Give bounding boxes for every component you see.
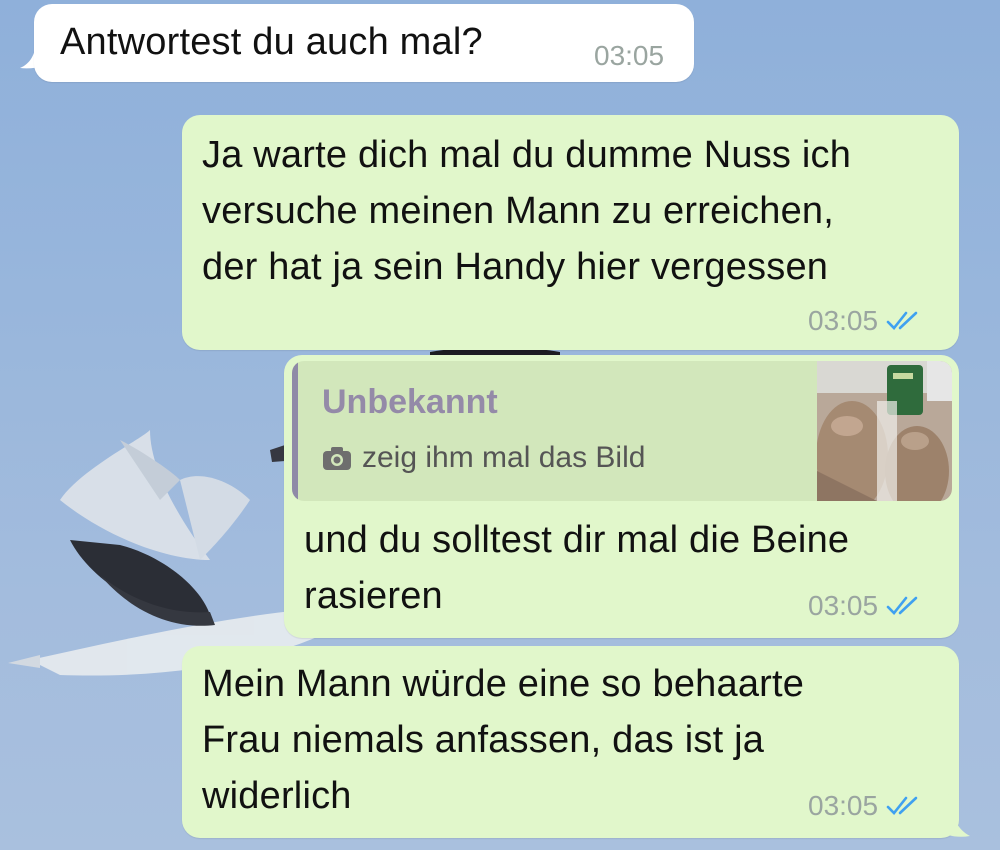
message-meta: 03:05	[808, 305, 924, 337]
message-time: 03:05	[594, 40, 664, 72]
message-line: Frau niemals anfassen, das ist ja	[202, 719, 765, 761]
message-line: der hat ja sein Handy hier vergessen	[202, 246, 829, 288]
read-double-check-icon	[886, 596, 918, 615]
message-line: widerlich	[202, 775, 352, 817]
message-bubble-incoming[interactable]: Antwortest du auch mal? 03:05	[34, 4, 694, 82]
reply-accent-bar	[292, 361, 298, 501]
read-double-check-icon	[886, 796, 918, 815]
photo-thumbnail[interactable]	[817, 361, 952, 501]
reply-quote[interactable]: Unbekannt zeig ihm mal das Bild	[292, 361, 952, 501]
message-line: und du solltest dir mal die Beine	[304, 519, 850, 561]
camera-icon	[323, 447, 351, 470]
read-double-check-icon	[886, 311, 918, 330]
message-line: rasieren	[304, 575, 443, 617]
message-text: Antwortest du auch mal?	[60, 21, 483, 63]
message-line: Mein Mann würde eine so behaarte	[202, 663, 805, 705]
time-label: 03:05	[594, 40, 665, 71]
reply-author: Unbekannt	[322, 383, 498, 421]
message-text: und du solltest dir mal die Beine rasier…	[304, 512, 849, 624]
time-label: 03:05	[808, 790, 879, 821]
message-line: Ja warte dich mal du dumme Nuss ich	[202, 134, 852, 176]
message-bubble-outgoing[interactable]: Mein Mann würde eine so behaarte Frau ni…	[182, 646, 959, 838]
time-label: 03:05	[808, 590, 879, 621]
outgoing-bubble-tail	[936, 792, 970, 837]
message-bubble-outgoing[interactable]: Ja warte dich mal du dumme Nuss ich vers…	[182, 115, 959, 350]
message-line: versuche meinen Mann zu erreichen,	[202, 190, 835, 232]
reply-preview: zeig ihm mal das Bild	[322, 441, 645, 475]
message-meta: 03:05	[808, 590, 924, 622]
time-label: 03:05	[808, 305, 879, 336]
message-text: Mein Mann würde eine so behaarte Frau ni…	[202, 656, 804, 824]
message-meta: 03:05	[808, 790, 924, 822]
reply-text: zeig ihm mal das Bild	[362, 441, 646, 474]
message-text: Ja warte dich mal du dumme Nuss ich vers…	[202, 127, 851, 295]
thumbnail-image	[817, 361, 952, 501]
